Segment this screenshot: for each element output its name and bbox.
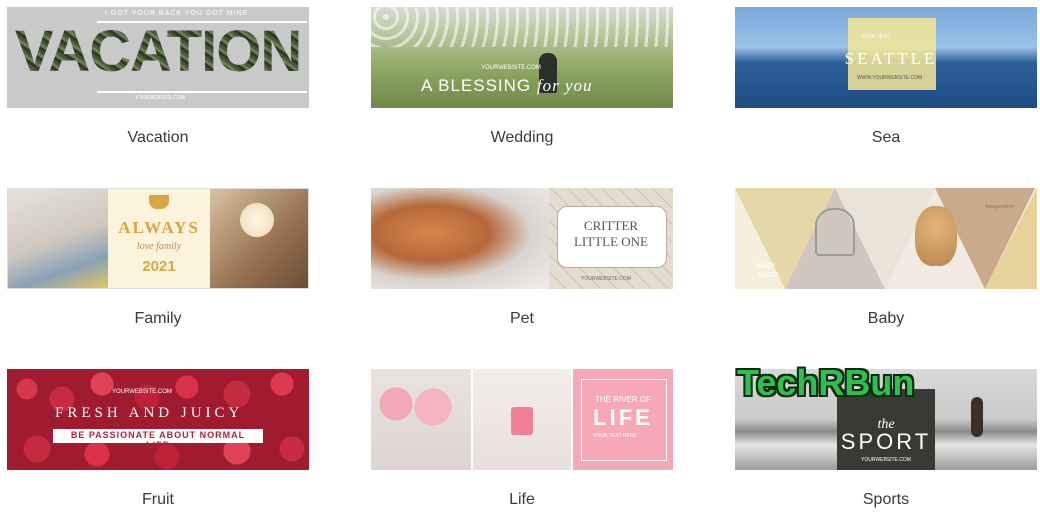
thumb-subline: love family bbox=[136, 241, 182, 252]
thumb-url: YOURWEBSITE.COM bbox=[112, 389, 172, 395]
template-thumbnail-wedding[interactable]: YOURWEBSITE.COM A BLESSING for you bbox=[371, 7, 673, 108]
thumb-headline: VACATION bbox=[15, 17, 302, 87]
thumb-url: YOURWEBSITE.COM bbox=[581, 276, 631, 282]
thumb-lines: YOUR TEXT HERE bbox=[593, 433, 637, 439]
crib-shape bbox=[815, 208, 855, 256]
template-card-sea[interactable]: YOUR TEXT SEATTLE WWW.YOURWEBSITE.COM bbox=[735, 7, 1037, 108]
watermark-logo: TechRBun bbox=[737, 362, 915, 403]
template-label-fruit[interactable]: Fruit bbox=[7, 491, 309, 509]
template-card-wedding[interactable]: YOURWEBSITE.COM A BLESSING for you bbox=[371, 7, 673, 108]
paddleboarder-silhouette bbox=[971, 397, 983, 437]
template-card-fruit[interactable]: YOURWEBSITE.COM FRESH AND JUICY BE PASSI… bbox=[7, 369, 309, 470]
thumb-url: YOURWEBSITE.COM bbox=[481, 65, 541, 71]
lamp-shape bbox=[240, 203, 274, 237]
template-thumbnail-sea[interactable]: YOUR TEXT SEATTLE WWW.YOURWEBSITE.COM bbox=[735, 7, 1037, 108]
thumb-year: 2021 bbox=[142, 258, 176, 275]
thumb-headline: SEATTLE bbox=[844, 49, 938, 68]
template-thumbnail-pet[interactable]: CRITTER LITTLE ONE YOURWEBSITE.COM bbox=[371, 188, 673, 289]
template-label-sea[interactable]: Sea bbox=[735, 129, 1037, 147]
template-card-family[interactable]: ALWAYS love family 2021 bbox=[7, 188, 309, 289]
thumb-headline: LIFE bbox=[593, 405, 653, 430]
thumb-headline: FRESH AND JUICY bbox=[55, 405, 244, 421]
template-thumbnail-vacation[interactable]: I GOT YOUR BACK YOU GOT MINE VACATION YO… bbox=[7, 7, 309, 108]
photo-kitten bbox=[371, 188, 549, 289]
template-thumbnail-fruit[interactable]: YOURWEBSITE.COM FRESH AND JUICY BE PASSI… bbox=[7, 369, 309, 470]
photo-carnations bbox=[371, 369, 471, 470]
thumb-url: WWW.YOURWEBSITE.COM bbox=[857, 75, 923, 81]
thumb-headline: ALWAYS bbox=[118, 218, 200, 237]
template-card-pet[interactable]: CRITTER LITTLE ONE YOURWEBSITE.COM bbox=[371, 188, 673, 289]
thumb-line2: LITTLE ONE bbox=[573, 234, 648, 249]
template-label-life[interactable]: Life bbox=[371, 491, 673, 509]
thumb-top-text: YOUR TEXT bbox=[861, 34, 890, 40]
template-label-sports[interactable]: Sports bbox=[735, 491, 1037, 509]
template-card-life[interactable]: THE RIVER OF LIFE YOUR TEXT HERE bbox=[371, 369, 673, 470]
template-label-baby[interactable]: Baby bbox=[735, 310, 1037, 328]
candle-glass bbox=[511, 407, 533, 435]
thumb-headline: SPORT bbox=[840, 429, 932, 454]
template-grid: I GOT YOUR BACK YOU GOT MINE VACATION YO… bbox=[0, 0, 1040, 513]
thumb-banner-text: BE PASSIONATE ABOUT NORMAL LIFE bbox=[70, 430, 246, 450]
thumb-name: BABY ANGEL bbox=[757, 263, 781, 279]
template-label-pet[interactable]: Pet bbox=[371, 310, 673, 328]
template-card-vacation[interactable]: I GOT YOUR BACK YOU GOT MINE VACATION YO… bbox=[7, 7, 309, 108]
thumb-tagline: I GOT YOUR BACK YOU GOT MINE bbox=[105, 10, 249, 17]
template-thumbnail-family[interactable]: ALWAYS love family 2021 bbox=[7, 188, 309, 289]
template-thumbnail-baby[interactable]: BABY ANGEL Imagination bbox=[735, 188, 1037, 289]
lace-decoration bbox=[371, 7, 673, 47]
cup-icon bbox=[149, 195, 169, 209]
template-label-vacation[interactable]: Vacation bbox=[7, 129, 309, 147]
template-card-baby[interactable]: BABY ANGEL Imagination bbox=[735, 188, 1037, 289]
thumb-top-text: THE RIVER OF bbox=[594, 395, 651, 404]
teddy-bear-shape bbox=[915, 206, 957, 266]
thumb-headline: A BLESSING for you bbox=[421, 76, 593, 95]
thumb-corner-text: Imagination bbox=[985, 204, 1015, 210]
photo-living-room bbox=[8, 189, 108, 288]
thumb-url: YOURWEBSITE.COM bbox=[861, 457, 911, 463]
template-label-wedding[interactable]: Wedding bbox=[371, 129, 673, 147]
template-thumbnail-life[interactable]: THE RIVER OF LIFE YOUR TEXT HERE bbox=[371, 369, 673, 470]
template-label-family[interactable]: Family bbox=[7, 310, 309, 328]
thumb-line1: CRITTER bbox=[583, 218, 639, 233]
decor-stripe bbox=[97, 91, 307, 93]
thumb-url: YOURWEBSITE.COM bbox=[135, 95, 185, 101]
